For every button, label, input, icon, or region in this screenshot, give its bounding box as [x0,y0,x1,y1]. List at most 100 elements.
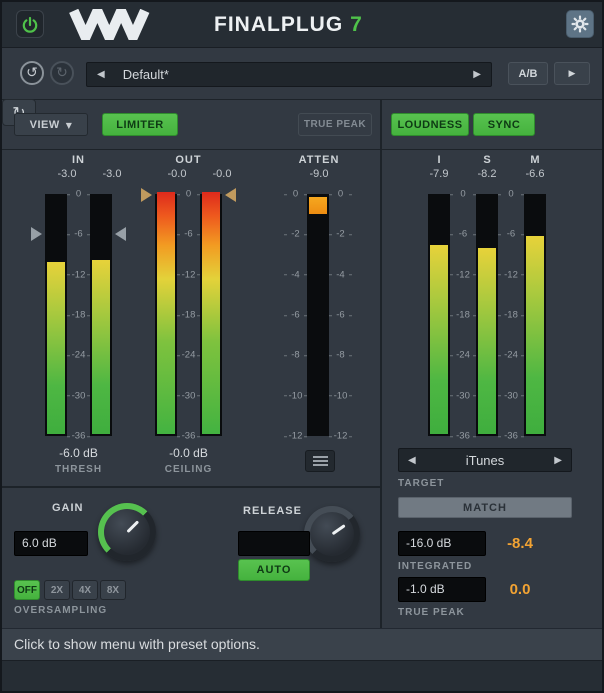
redo-history-button[interactable]: ↻ [50,61,74,85]
preset-row: ↺ ↻ ◀ Default* ▶ A/B ▶ [2,47,602,100]
true-peak-target-field[interactable]: -1.0 dB [398,577,486,602]
in-meter-scale: 0-6-12-18-24-30-36 [67,194,90,436]
ceiling-marker-right[interactable] [225,188,236,202]
ab-compare-button[interactable]: A/B [508,62,548,85]
atten-menu-button[interactable] [305,450,335,472]
preset-prev-icon[interactable]: ◀ [87,69,115,80]
plugin-version: 7 [350,13,363,36]
target-next-icon[interactable]: ▶ [545,455,571,466]
atten-scale-left: 0-2-4-6-8-10-12 [284,194,307,436]
release-knob-pointer [331,524,345,535]
bottom-strip [2,660,602,691]
thresh-marker-left[interactable] [31,227,42,241]
status-message: Click to show menu with preset options. [14,629,602,660]
thresh-label: THRESH [55,464,102,475]
power-icon [17,15,43,35]
oversampling-label: OVERSAMPLING [14,605,107,616]
loudness-meter-group: I S M -7.9 -8.2 -6.6 0-6-12-18-24-30-36 … [428,154,546,436]
atten-peak-value: -9.0 [310,168,329,180]
out-meter-group: OUT -0.0 -0.0 0-6-12-18-24-30-36 -0.0 dB… [133,154,244,475]
undo-icon: ↺ [26,65,38,81]
release-label: RELEASE [243,505,302,517]
out-meter-left-fill [157,192,175,434]
plugin-title: FINALPLUG7 [214,13,363,37]
oversampling-off-button[interactable]: OFF [14,580,40,600]
power-button[interactable] [16,10,44,38]
integrated-target-field[interactable]: -16.0 dB [398,531,486,556]
loudness-toggle-button[interactable]: LOUDNESS [391,113,469,136]
view-label: VIEW [30,119,60,131]
controls-divider [2,486,380,488]
gain-knob[interactable] [98,503,156,561]
gain-label: GAIN [52,502,84,514]
target-selector[interactable]: ◀ iTunes ▶ [398,448,572,472]
out-label: OUT [175,154,201,168]
panel-divider [380,99,382,628]
release-auto-button[interactable]: AUTO [238,559,310,581]
hamburger-icon [306,456,334,466]
in-peak-left: -3.0 [58,168,77,180]
play-icon: ▶ [569,69,576,79]
thresh-value[interactable]: -6.0 dB [59,446,98,460]
undo-history-button[interactable]: ↺ [20,61,44,85]
in-meter-group: IN -3.0 -3.0 0-6-12-18-24-30-36 -6.0 dB … [23,154,134,475]
finalplug-window: FINALPLUG7 ↺ ↻ ◀ Default* ▶ A/B ▶ VIEW▼ … [0,0,604,693]
atten-meter [307,194,329,436]
loudness-i-value: -7.9 [430,168,449,180]
loudness-s-meter [476,194,498,436]
loudness-i-fill [430,245,448,434]
toolbar-row: VIEW▼ LIMITER TRUE PEAK LOUDNESS SYNC ↻ [2,99,602,150]
match-button[interactable]: MATCH [398,497,572,518]
oversampling-2x-button[interactable]: 2X [44,580,70,600]
settings-gear-button[interactable] [566,10,594,38]
out-peak-right: -0.0 [213,168,232,180]
loudness-scale-right: 0-6-12-18-24-30-36 [498,194,524,436]
true-peak-toggle-button[interactable]: TRUE PEAK [298,113,372,136]
release-knob[interactable] [304,506,360,562]
gain-knob-pointer [126,520,139,533]
gain-value-field[interactable]: 6.0 dB [14,531,88,556]
in-meter-right [90,194,112,436]
chevron-down-icon: ▼ [66,121,73,130]
preset-selector[interactable]: ◀ Default* ▶ [86,62,492,87]
in-meter-left-fill [47,262,65,434]
ceiling-value[interactable]: -0.0 dB [169,446,208,460]
gear-icon [567,14,593,34]
out-meter-left [155,194,177,436]
in-peak-right: -3.0 [103,168,122,180]
preset-next-icon[interactable]: ▶ [463,69,491,80]
thresh-marker-right[interactable] [115,227,126,241]
redo-icon: ↻ [56,65,68,81]
atten-scale-right: 0-2-4-6-8-10-12 [329,194,352,436]
loudness-s-label: S [483,154,490,166]
target-prev-icon[interactable]: ◀ [399,455,425,466]
in-label: IN [72,154,85,168]
out-meter-scale: 0-6-12-18-24-30-36 [177,194,200,436]
target-name: iTunes [425,453,546,468]
loudness-s-fill [478,248,496,434]
loudness-i-meter [428,194,450,436]
preset-name: Default* [123,67,464,82]
loudness-m-fill [526,236,544,434]
atten-meter-fill [309,197,327,214]
true-peak-current-value: 0.0 [490,577,550,602]
loudness-m-label: M [530,154,539,166]
true-peak-label: TRUE PEAK [398,607,465,618]
loudness-s-value: -8.2 [478,168,497,180]
sync-toggle-button[interactable]: SYNC [473,113,535,136]
loudness-i-label: I [437,154,440,166]
preset-menu-button[interactable]: ▶ [554,62,590,85]
target-label: TARGET [398,478,444,489]
limiter-toggle-button[interactable]: LIMITER [102,113,178,136]
ceiling-marker-left[interactable] [141,188,152,202]
integrated-current-value: -8.4 [490,531,550,556]
release-value-field[interactable] [238,531,310,556]
release-knob-cap [310,512,354,556]
view-dropdown-button[interactable]: VIEW ▼ [14,113,88,136]
oversampling-4x-button[interactable]: 4X [72,580,98,600]
loudness-m-value: -6.6 [526,168,545,180]
integrated-label: INTEGRATED [398,561,472,572]
atten-label: ATTEN [299,154,340,168]
oversampling-8x-button[interactable]: 8X [100,580,126,600]
gain-knob-cap [104,509,150,555]
